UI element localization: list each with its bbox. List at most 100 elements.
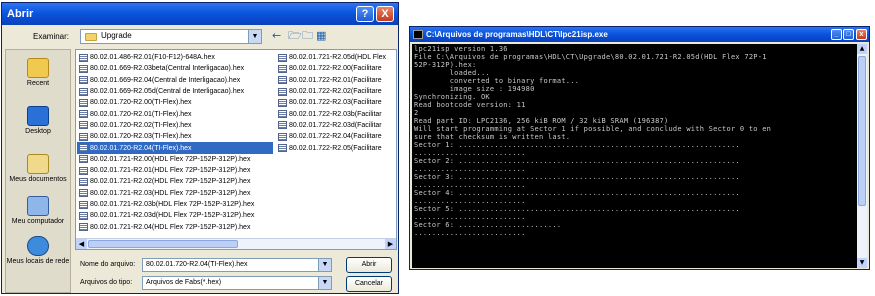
filetype-select[interactable]: Arquivos de Fabs(*.hex) ▼ bbox=[142, 276, 332, 290]
place-network[interactable]: Meus locais de rede bbox=[6, 236, 70, 265]
file-name: 80.02.01.722-R2.03(Facilitare bbox=[289, 99, 382, 107]
console-line: 2 bbox=[414, 109, 419, 117]
file-item[interactable]: 80.02.01.722-R2.05(Facilitare bbox=[276, 142, 396, 153]
file-name: 80.02.01.722-R2.01(Facilitare bbox=[289, 76, 382, 84]
file-item[interactable]: 80.02.01.720-R2.02(TI-Flex).hex bbox=[77, 120, 273, 131]
file-item[interactable]: 80.02.01.722-R2.03b(Facilitar bbox=[276, 108, 396, 119]
file-icon bbox=[79, 211, 88, 220]
close-button[interactable]: x bbox=[856, 29, 867, 40]
file-icon bbox=[278, 132, 287, 141]
file-item[interactable]: 80.02.01.721-R2.03d(HDL Flex 72P-152P-31… bbox=[77, 210, 273, 221]
console-line: Read bootcode version: 11 bbox=[414, 101, 526, 109]
place-my-computer[interactable]: Meu computador bbox=[6, 196, 70, 225]
console-line: Sector 4: ..............................… bbox=[414, 189, 740, 197]
file-item[interactable]: 80.02.01.721-R2.03b(HDL Flex 72P-152P-31… bbox=[77, 199, 273, 210]
console-line: Sector 1: ..............................… bbox=[414, 141, 740, 149]
scroll-up-icon[interactable]: ▲ bbox=[857, 44, 867, 54]
chevron-down-icon[interactable]: ▼ bbox=[318, 259, 331, 271]
file-item[interactable]: 80.02.01.721-R2.03(HDL Flex 72P-152P-312… bbox=[77, 188, 273, 199]
place-label: Meus documentos bbox=[9, 176, 67, 183]
console-output[interactable]: lpc21isp version 1.36 File C:\Arquivos de… bbox=[412, 44, 858, 268]
close-button[interactable]: X bbox=[376, 6, 394, 22]
file-icon bbox=[79, 98, 88, 107]
file-item[interactable]: 80.02.01.722-R2.01(Facilitare bbox=[276, 75, 396, 86]
chevron-down-icon[interactable]: ▼ bbox=[318, 277, 331, 289]
scroll-right-icon[interactable]: ▶ bbox=[385, 239, 396, 249]
file-name: 80.02.01.669-R2.04(Central de Interligac… bbox=[90, 76, 241, 84]
console-line: Sector 3: ..............................… bbox=[414, 173, 740, 181]
file-item[interactable]: 80.02.01.722-R2.03(Facilitare bbox=[276, 97, 396, 108]
scrollbar-thumb[interactable] bbox=[858, 56, 866, 206]
file-item[interactable]: 80.02.01.722-R2.02(Facilitare bbox=[276, 86, 396, 97]
dialog-titlebar[interactable]: Abrir ? X bbox=[2, 3, 398, 25]
file-name: 80.02.01.721-R2.00(HDL Flex 72P-152P-312… bbox=[90, 155, 251, 163]
file-name: 80.02.01.722-R2.05(Facilitare bbox=[289, 144, 382, 152]
vertical-scrollbar[interactable]: ▲ ▼ bbox=[857, 44, 867, 268]
file-item[interactable]: 80.02.01.722-R2.03d(Facilitar bbox=[276, 120, 396, 131]
documents-icon bbox=[27, 154, 49, 174]
place-recent[interactable]: Recent bbox=[6, 58, 70, 87]
place-label: Meus locais de rede bbox=[6, 258, 70, 265]
open-file-dialog: Abrir ? X Examinar: Upgrade ▼ ← 🗁 🗀 ▦ Re… bbox=[1, 2, 399, 294]
file-item[interactable]: 80.02.01.721-R2.00(HDL Flex 72P-152P-312… bbox=[77, 154, 273, 165]
minimize-button[interactable]: _ bbox=[831, 29, 842, 40]
file-icon bbox=[79, 177, 88, 186]
file-item[interactable]: 80.02.01.669-R2.05d(Central de Interliga… bbox=[77, 86, 273, 97]
scroll-down-icon[interactable]: ▼ bbox=[857, 258, 867, 268]
console-titlebar[interactable]: C:\Arquivos de programas\HDL\CT\lpc21isp… bbox=[410, 27, 869, 42]
file-item[interactable]: 80.02.01.721-R2.01(HDL Flex 72P-152P-312… bbox=[77, 165, 273, 176]
network-icon bbox=[27, 236, 49, 256]
file-item[interactable]: 80.02.01.720-R2.01(TI-Flex).hex bbox=[77, 108, 273, 119]
cancel-button[interactable]: Cancelar bbox=[346, 276, 392, 292]
place-my-documents[interactable]: Meus documentos bbox=[6, 154, 70, 183]
scroll-left-icon[interactable]: ◀ bbox=[76, 239, 87, 249]
file-icon bbox=[79, 87, 88, 96]
chevron-down-icon[interactable]: ▼ bbox=[248, 30, 261, 43]
file-icon bbox=[79, 189, 88, 198]
file-item[interactable]: 80.02.01.722-R2.04(Facilitare bbox=[276, 131, 396, 142]
file-item[interactable]: 80.02.01.720-R2.03(TI-Flex).hex bbox=[77, 131, 273, 142]
back-arrow-icon[interactable]: ← bbox=[272, 30, 281, 42]
console-line: converted to binary format... bbox=[414, 77, 580, 85]
console-line: image size : 194980 bbox=[414, 85, 535, 93]
file-item[interactable]: 80.02.01.720-R2.04(TI-Flex).hex bbox=[77, 142, 273, 154]
maximize-button[interactable]: □ bbox=[843, 29, 854, 40]
file-item[interactable]: 80.02.01.669-R2.04(Central de Interligac… bbox=[77, 75, 273, 86]
open-button[interactable]: Abrir bbox=[346, 257, 392, 273]
file-item[interactable]: 80.02.01.669-R2.03beta(Central Interliga… bbox=[77, 63, 273, 74]
file-item[interactable]: 80.02.01.721-R2.05d(HDL Flex bbox=[276, 52, 396, 63]
console-line: loaded... bbox=[414, 69, 490, 77]
console-line: ......................... bbox=[414, 213, 526, 221]
up-folder-icon[interactable]: 🗁 bbox=[288, 30, 302, 42]
recent-icon bbox=[27, 58, 49, 78]
dialog-title: Abrir bbox=[7, 8, 34, 20]
console-line: sure that checksum is written last. bbox=[414, 133, 571, 141]
help-button[interactable]: ? bbox=[356, 6, 374, 22]
file-item[interactable]: 80.02.01.720-R2.00(TI-Flex).hex bbox=[77, 97, 273, 108]
horizontal-scrollbar[interactable]: ◀ ▶ bbox=[76, 238, 396, 249]
file-icon bbox=[278, 87, 287, 96]
file-name: 80.02.01.722-R2.04(Facilitare bbox=[289, 133, 382, 141]
file-item[interactable]: 80.02.01.722-R2.00(Facilitare bbox=[276, 63, 396, 74]
file-icon bbox=[79, 155, 88, 164]
console-line: Sector 6: ....................... bbox=[414, 221, 562, 229]
file-item[interactable]: 80.02.01.721-R2.02(HDL Flex 72P-152P-312… bbox=[77, 176, 273, 187]
view-menu-icon[interactable]: ▦ bbox=[316, 30, 326, 42]
filename-input[interactable]: 80.02.01.720-R2.04(TI-Flex).hex ▼ bbox=[142, 258, 332, 272]
file-icon bbox=[278, 64, 287, 73]
file-list[interactable]: 80.02.01.486-R2.01(F10-F12)-648A.hex 80.0… bbox=[75, 49, 397, 250]
file-name: 80.02.01.720-R2.00(TI-Flex).hex bbox=[90, 99, 192, 107]
file-icon bbox=[79, 144, 88, 153]
file-item[interactable]: 80.02.01.486-R2.01(F10-F12)-648A.hex bbox=[77, 52, 273, 63]
look-in-combo[interactable]: Upgrade ▼ bbox=[80, 29, 262, 44]
place-desktop[interactable]: Desktop bbox=[6, 106, 70, 135]
file-item[interactable]: 80.02.01.721-R2.04(HDL Flex 72P-152P-312… bbox=[77, 221, 273, 232]
console-line: 52P-312P).hex: bbox=[414, 61, 477, 69]
new-folder-icon[interactable]: 🗀 bbox=[302, 30, 313, 42]
desktop-icon bbox=[27, 106, 49, 126]
filename-value: 80.02.01.720-R2.04(TI-Flex).hex bbox=[146, 261, 248, 268]
filetype-label: Arquivos do tipo: bbox=[80, 279, 133, 286]
scrollbar-thumb[interactable] bbox=[88, 240, 238, 248]
file-name: 80.02.01.669-R2.03beta(Central Interliga… bbox=[90, 65, 245, 73]
place-label: Recent bbox=[26, 80, 50, 87]
